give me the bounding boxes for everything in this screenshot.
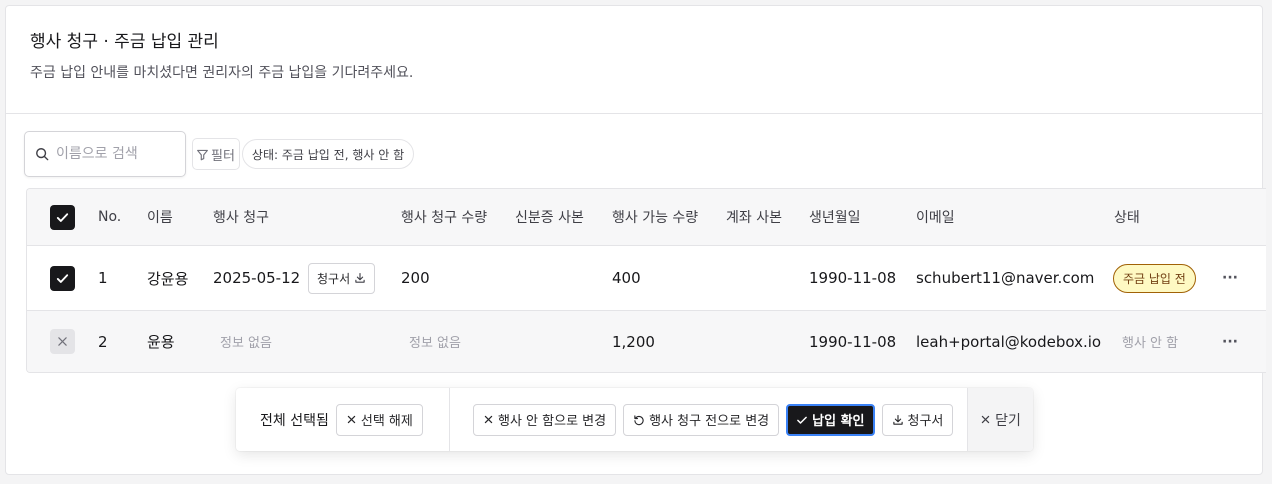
set-no-exercise-label: 행사 안 함으로 변경 [498, 414, 607, 429]
table-header-row: No. 이름 행사 청구 행사 청구 수량 신분증 사본 행사 가능 수량 계좌… [27, 189, 1266, 246]
col-available-qty[interactable]: 행사 가능 수량 [612, 207, 698, 227]
col-email[interactable]: 이메일 [916, 207, 955, 227]
row-name: 윤용 [147, 333, 175, 351]
row-name: 강윤용 [147, 269, 189, 288]
page-title: 행사 청구 · 주금 납입 관리 [30, 32, 219, 52]
invoice-button-label: 청구서 [317, 271, 351, 286]
bulk-actions: 행사 안 함으로 변경 행사 청구 전으로 변경 납입 확인 청구서 [450, 388, 967, 451]
check-icon [796, 414, 808, 426]
table-row[interactable]: 1 강윤용 2025-05-12 청구서 200 400 1990-11-08 … [27, 246, 1266, 311]
row-claim-date: 2025-05-12 [213, 269, 301, 287]
row-email: schubert11@naver.com [916, 269, 1095, 287]
more-options-icon[interactable]: ··· [1222, 334, 1238, 350]
invoice-download-button[interactable]: 청구서 [308, 262, 376, 294]
status-badge: 주금 납입 전 [1113, 263, 1196, 293]
confirm-payment-label: 납입 확인 [812, 414, 865, 429]
more-options-icon[interactable]: ··· [1222, 270, 1238, 286]
close-bar-button[interactable]: 닫기 [967, 388, 1033, 451]
close-label: 닫기 [995, 412, 1021, 429]
row-checkbox[interactable] [50, 265, 75, 291]
download-icon [892, 414, 904, 426]
undo-icon [633, 414, 645, 426]
select-all-checkbox[interactable] [50, 204, 75, 230]
table-row[interactable]: 2 윤용 정보 없음 정보 없음 1,200 1990-11-08 leah+p… [27, 311, 1266, 372]
status-text: 행사 안 함 [1122, 336, 1179, 351]
page-description: 주금 납입 안내를 마치셨다면 권리자의 주금 납입을 기다려주세요. [30, 65, 414, 81]
col-claim-qty[interactable]: 행사 청구 수량 [401, 207, 487, 227]
row-claim-qty: 정보 없음 [409, 336, 461, 351]
col-claim[interactable]: 행사 청구 [213, 207, 269, 227]
row-birth: 1990-11-08 [809, 269, 897, 287]
col-account-copy[interactable]: 계좌 사본 [726, 207, 782, 227]
row-no: 2 [98, 332, 108, 351]
col-name[interactable]: 이름 [147, 207, 173, 227]
col-birth[interactable]: 생년월일 [809, 207, 861, 227]
col-id-copy[interactable]: 신분증 사본 [515, 207, 584, 227]
row-available-qty: 1,200 [612, 332, 655, 351]
deselect-label: 선택 해제 [360, 414, 413, 429]
close-icon [980, 414, 991, 425]
table-toolbar: 필터 상태: 주금 납입 전, 행사 안 함 [24, 131, 415, 177]
download-icon [354, 272, 366, 284]
row-email: leah+portal@kodebox.io [916, 332, 1102, 351]
bulk-action-bar: 전체 선택됨 선택 해제 행사 안 함으로 변경 행사 청구 전으로 변경 납입… [236, 388, 1033, 451]
search-icon [35, 147, 49, 161]
status-filter-chip[interactable]: 상태: 주금 납입 전, 행사 안 함 [241, 139, 415, 169]
close-icon [346, 414, 357, 425]
invoice-label: 청구서 [907, 414, 944, 429]
deselect-button[interactable]: 선택 해제 [335, 403, 423, 436]
filter-label: 필터 [211, 148, 235, 164]
set-before-claim-label: 행사 청구 전으로 변경 [649, 414, 770, 429]
row-birth: 1990-11-08 [809, 332, 897, 351]
close-icon [483, 414, 494, 425]
col-status[interactable]: 상태 [1114, 207, 1140, 227]
selected-count-label: 전체 선택됨 [260, 412, 329, 429]
row-checkbox-disabled [50, 329, 75, 354]
selection-summary: 전체 선택됨 선택 해제 [236, 388, 450, 451]
row-claim-date: 정보 없음 [220, 336, 272, 351]
row-available-qty: 400 [612, 269, 641, 287]
confirm-payment-button[interactable]: 납입 확인 [786, 403, 875, 436]
row-claim-qty: 200 [401, 269, 430, 287]
col-no[interactable]: No. [98, 209, 121, 225]
panel-header: 행사 청구 · 주금 납입 관리 주금 납입 안내를 마치셨다면 권리자의 주금… [6, 6, 1262, 114]
filter-button[interactable]: 필터 [192, 138, 240, 170]
set-before-claim-button[interactable]: 행사 청구 전으로 변경 [623, 403, 780, 436]
row-no: 1 [98, 269, 108, 287]
set-no-exercise-button[interactable]: 행사 안 함으로 변경 [473, 403, 617, 436]
search-input[interactable] [56, 146, 176, 162]
search-box[interactable] [24, 131, 186, 177]
invoice-button[interactable]: 청구서 [881, 403, 954, 436]
filter-icon [196, 148, 209, 161]
claims-table: No. 이름 행사 청구 행사 청구 수량 신분증 사본 행사 가능 수량 계좌… [26, 188, 1266, 373]
